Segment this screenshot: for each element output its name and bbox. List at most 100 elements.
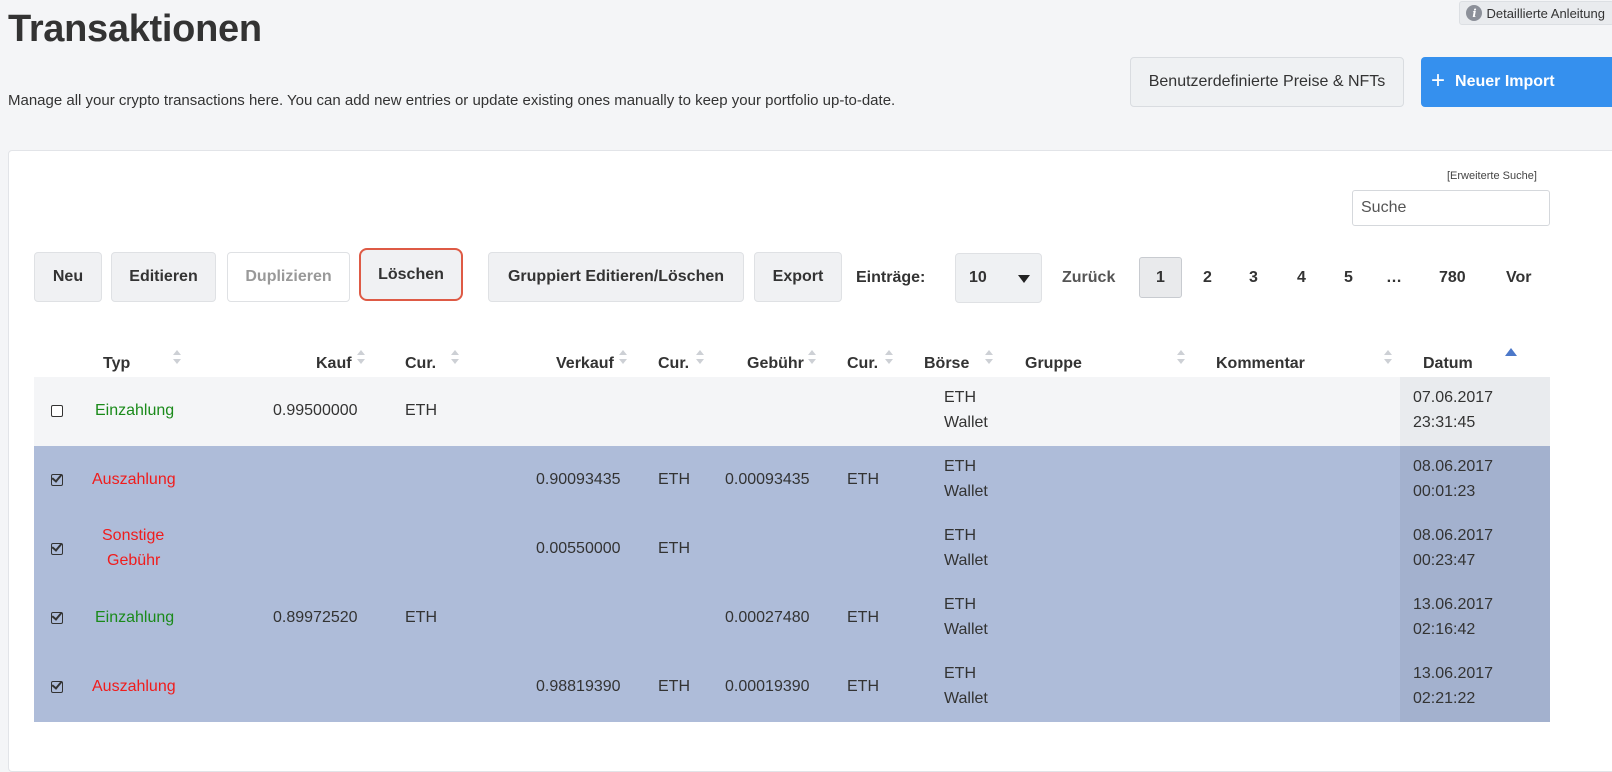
row-exchange-wallet: Wallet [944,414,988,431]
row-type: Auszahlung [92,471,176,488]
pagination-next[interactable]: Vor [1506,269,1531,287]
row-fee-currency: ETH [847,609,879,626]
sort-ascending-icon [1505,348,1517,356]
export-button[interactable]: Export [754,252,842,302]
row-buy: 0.89972520 [273,609,358,626]
caret-down-icon [1018,275,1030,283]
row-checkbox[interactable] [51,474,63,486]
table-row[interactable]: Einzahlung 0.89972520 ETH 0.00027480 ETH… [34,584,1550,653]
row-date: 13.06.2017 [1413,665,1494,682]
row-exchange-wallet: Wallet [944,690,988,707]
sort-icon [885,350,893,364]
sort-icon [985,350,993,364]
table-row[interactable]: Auszahlung 0.90093435 ETH 0.00093435 ETH… [34,446,1550,515]
column-header-type[interactable]: Typ [103,355,130,373]
row-date: 07.06.2017 [1413,389,1494,406]
row-date: 08.06.2017 [1413,527,1494,544]
new-button[interactable]: Neu [34,252,102,302]
column-header-comment[interactable]: Kommentar [1216,355,1305,373]
column-header-sell[interactable]: Verkauf [556,355,614,373]
row-time: 02:21:22 [1413,690,1476,707]
column-header-fee-currency[interactable]: Cur. [847,355,878,373]
sort-icon [1177,350,1185,364]
pagination-prev[interactable]: Zurück [1062,269,1115,287]
entries-value: 10 [969,269,987,286]
sort-icon [451,350,459,364]
entries-label: Einträge: [856,269,926,286]
pagination-ellipsis: … [1386,269,1402,286]
row-fee: 0.00027480 [725,609,810,626]
row-exchange: ETH [944,389,976,406]
row-fee: 0.00019390 [725,678,810,695]
page-title: Transaktionen [8,8,262,50]
edit-button[interactable]: Editieren [111,252,216,302]
row-sell: 0.00550000 [536,540,621,557]
column-header-buy-currency[interactable]: Cur. [405,355,436,373]
sort-icon [173,350,181,364]
column-header-group[interactable]: Gruppe [1025,355,1082,373]
sort-icon [357,350,365,364]
advanced-search-link[interactable]: [Erweiterte Suche] [1447,170,1537,182]
row-sell: 0.90093435 [536,471,621,488]
row-exchange-wallet: Wallet [944,483,988,500]
row-fee-currency: ETH [847,471,879,488]
row-time: 00:23:47 [1413,552,1476,569]
group-edit-delete-button[interactable]: Gruppiert Editieren/Löschen [488,252,744,302]
row-type: Einzahlung [95,609,175,626]
pagination-page-3[interactable]: 3 [1249,269,1258,287]
row-sell: 0.98819390 [536,678,621,695]
detailed-guide-label: Detaillierte Anleitung [1486,5,1605,21]
column-header-buy[interactable]: Kauf [316,355,352,373]
row-checkbox[interactable] [51,612,63,624]
delete-button[interactable]: Löschen [359,248,463,301]
row-buy-currency: ETH [405,609,437,626]
table-row[interactable]: Einzahlung 0.99500000 ETH ETH Wallet 07.… [34,377,1550,446]
row-type: Sonstige [102,527,165,544]
row-type: Auszahlung [92,678,176,695]
row-time: 23:31:45 [1413,414,1476,431]
pagination-page-2[interactable]: 2 [1203,269,1212,287]
row-type-line2: Gebühr [107,552,161,569]
detailed-guide-link[interactable]: i Detaillierte Anleitung [1459,1,1612,25]
column-header-date[interactable]: Datum [1423,355,1473,373]
pagination-page-4[interactable]: 4 [1297,269,1306,287]
row-fee-currency: ETH [847,678,879,695]
row-exchange: ETH [944,458,976,475]
row-buy-currency: ETH [405,402,437,419]
sort-icon [696,350,704,364]
pagination-page-780[interactable]: 780 [1439,269,1466,287]
column-header-sell-currency[interactable]: Cur. [658,355,689,373]
column-header-exchange[interactable]: Börse [924,355,969,373]
row-fee: 0.00093435 [725,471,810,488]
row-exchange-wallet: Wallet [944,552,988,569]
row-date: 08.06.2017 [1413,458,1494,475]
row-type: Einzahlung [95,402,175,419]
pagination-page-5[interactable]: 5 [1344,269,1353,287]
page-subtitle: Manage all your crypto transactions here… [8,92,896,109]
table-row[interactable]: Auszahlung 0.98819390 ETH 0.00019390 ETH… [34,653,1550,722]
row-exchange: ETH [944,527,976,544]
row-checkbox[interactable] [51,543,63,555]
row-date: 13.06.2017 [1413,596,1494,613]
row-exchange-wallet: Wallet [944,621,988,638]
row-exchange: ETH [944,596,976,613]
row-sell-currency: ETH [658,471,690,488]
sort-icon [619,350,627,364]
row-time: 00:01:23 [1413,483,1476,500]
sort-icon [1384,350,1392,364]
custom-prices-nfts-button[interactable]: Benutzerdefinierte Preise & NFTs [1130,57,1404,107]
column-header-fee[interactable]: Gebühr [747,355,804,373]
search-input[interactable] [1352,190,1550,226]
duplicate-button[interactable]: Duplizieren [227,252,350,302]
new-import-button[interactable]: + Neuer Import [1421,57,1612,107]
pagination-page-1[interactable]: 1 [1139,257,1182,298]
entries-select[interactable]: 10 [955,253,1042,303]
row-sell-currency: ETH [658,540,690,557]
new-import-label: Neuer Import [1455,73,1555,90]
row-exchange: ETH [944,665,976,682]
table-row[interactable]: Sonstige Gebühr 0.00550000 ETH ETH Walle… [34,515,1550,584]
row-buy: 0.99500000 [273,402,358,419]
plus-icon: + [1431,67,1446,94]
row-checkbox[interactable] [51,681,63,693]
row-checkbox[interactable] [51,405,63,417]
